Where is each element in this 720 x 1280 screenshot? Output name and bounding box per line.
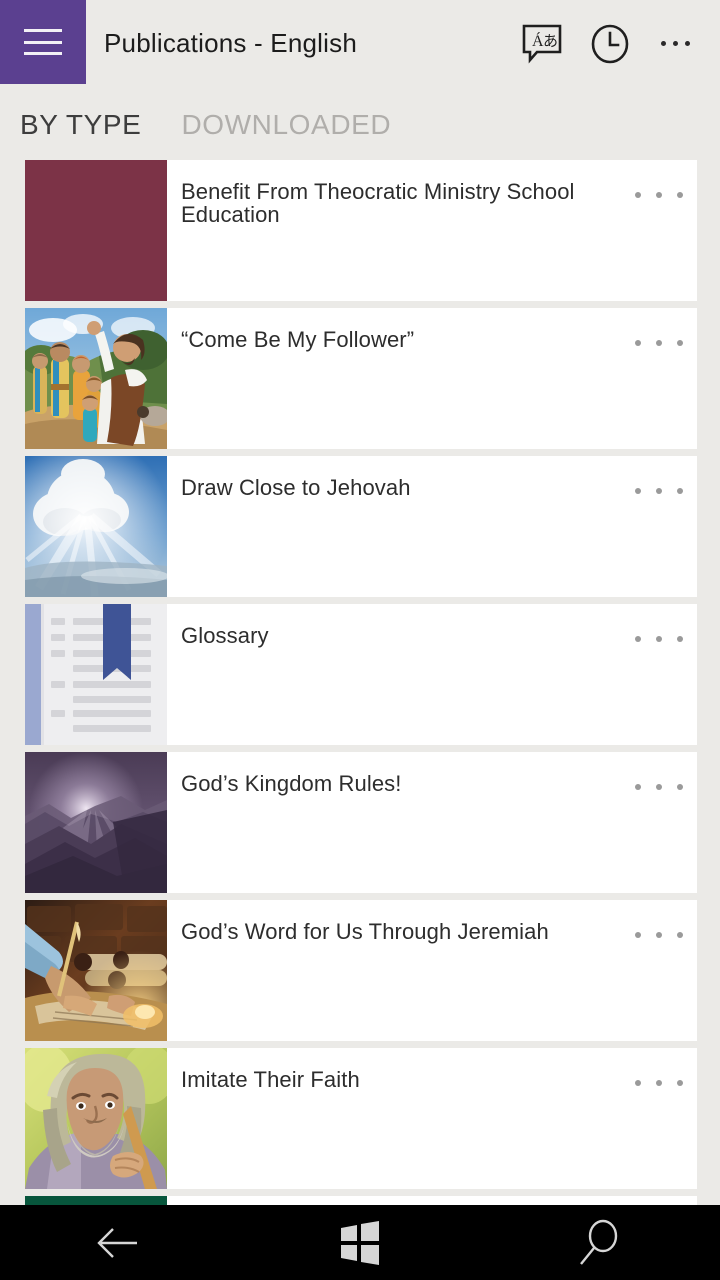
row-overflow-icon[interactable] xyxy=(635,184,683,206)
row-overflow-icon[interactable] xyxy=(635,1072,683,1094)
publication-list[interactable]: Benefit From Theocratic Ministry School … xyxy=(0,160,720,1205)
publication-title: Imitate Their Faith xyxy=(167,1048,622,1091)
publication-thumbnail xyxy=(25,456,167,597)
hamburger-bar-2 xyxy=(24,41,62,44)
row-dot-1 xyxy=(635,488,641,494)
row-dot-2 xyxy=(656,636,662,642)
search-button[interactable] xyxy=(510,1205,690,1280)
hamburger-bar-3 xyxy=(24,52,62,55)
list-item[interactable]: Draw Close to Jehovah xyxy=(25,456,697,597)
row-dot-2 xyxy=(656,1080,662,1086)
svg-text:あ: あ xyxy=(543,32,558,50)
publication-title: Glossary xyxy=(167,604,622,647)
list-item[interactable]: Imitate Their Faith xyxy=(25,1048,697,1189)
row-overflow-icon[interactable] xyxy=(635,628,683,650)
history-clock-icon[interactable] xyxy=(576,16,644,72)
more-options-icon[interactable] xyxy=(644,16,706,72)
app-header: Publications - English Á あ xyxy=(0,0,720,90)
row-dot-3 xyxy=(677,192,683,198)
row-dot-2 xyxy=(656,932,662,938)
list-item[interactable]: Glossary xyxy=(25,604,697,745)
publication-thumbnail xyxy=(25,604,167,745)
list-item[interactable]: Insight on the Scriptures xyxy=(25,1196,697,1205)
header-actions: Á あ xyxy=(508,16,706,72)
row-dot-2 xyxy=(656,340,662,346)
row-dot-2 xyxy=(656,488,662,494)
row-dot-1 xyxy=(635,784,641,790)
publication-thumbnail xyxy=(25,752,167,893)
publication-title: God’s Word for Us Through Jeremiah xyxy=(167,900,622,943)
row-dot-1 xyxy=(635,192,641,198)
language-icon[interactable]: Á あ xyxy=(508,16,576,72)
system-navigation-bar xyxy=(0,1205,720,1280)
publication-thumbnail xyxy=(25,308,167,449)
more-dot-1 xyxy=(661,41,666,46)
list-item[interactable]: God’s Kingdom Rules! xyxy=(25,752,697,893)
publication-title: Insight on the Scriptures xyxy=(167,1196,622,1205)
back-arrow-icon xyxy=(91,1219,149,1267)
pivot-tabs: BY TYPE DOWNLOADED xyxy=(0,90,720,160)
publication-thumbnail xyxy=(25,160,167,301)
row-dot-2 xyxy=(656,784,662,790)
row-dot-1 xyxy=(635,636,641,642)
list-item[interactable]: “Come Be My Follower” xyxy=(25,308,697,449)
publication-title: God’s Kingdom Rules! xyxy=(167,752,622,795)
hamburger-bars xyxy=(24,29,62,55)
start-button[interactable] xyxy=(270,1205,450,1280)
list-item[interactable]: God’s Word for Us Through Jeremiah xyxy=(25,900,697,1041)
more-dot-2 xyxy=(673,41,678,46)
row-dot-3 xyxy=(677,784,683,790)
list-item[interactable]: Benefit From Theocratic Ministry School … xyxy=(25,160,697,301)
row-dot-3 xyxy=(677,636,683,642)
publication-title: “Come Be My Follower” xyxy=(167,308,622,351)
publication-title: Benefit From Theocratic Ministry School … xyxy=(167,160,622,226)
row-dot-3 xyxy=(677,340,683,346)
tab-downloaded[interactable]: DOWNLOADED xyxy=(179,107,399,143)
publication-thumbnail xyxy=(25,900,167,1041)
row-dot-3 xyxy=(677,488,683,494)
row-dot-1 xyxy=(635,932,641,938)
row-dot-2 xyxy=(656,192,662,198)
row-overflow-icon[interactable] xyxy=(635,776,683,798)
tab-by-type[interactable]: BY TYPE xyxy=(18,107,149,143)
publication-title: Draw Close to Jehovah xyxy=(167,456,622,499)
back-button[interactable] xyxy=(30,1205,210,1280)
row-dot-3 xyxy=(677,1080,683,1086)
page-title: Publications - English xyxy=(104,28,357,59)
search-magnifier-icon xyxy=(577,1218,623,1268)
row-overflow-icon[interactable] xyxy=(635,480,683,502)
publication-thumbnail xyxy=(25,1196,167,1205)
app-window: Publications - English Á あ xyxy=(0,0,720,1280)
row-dot-1 xyxy=(635,340,641,346)
windows-logo-icon xyxy=(337,1220,383,1266)
more-dot-3 xyxy=(685,41,690,46)
row-dot-1 xyxy=(635,1080,641,1086)
row-overflow-icon[interactable] xyxy=(635,332,683,354)
row-dot-3 xyxy=(677,932,683,938)
publication-thumbnail xyxy=(25,1048,167,1189)
row-overflow-icon[interactable] xyxy=(635,924,683,946)
hamburger-menu-icon[interactable] xyxy=(0,0,86,84)
hamburger-bar-1 xyxy=(24,29,62,32)
